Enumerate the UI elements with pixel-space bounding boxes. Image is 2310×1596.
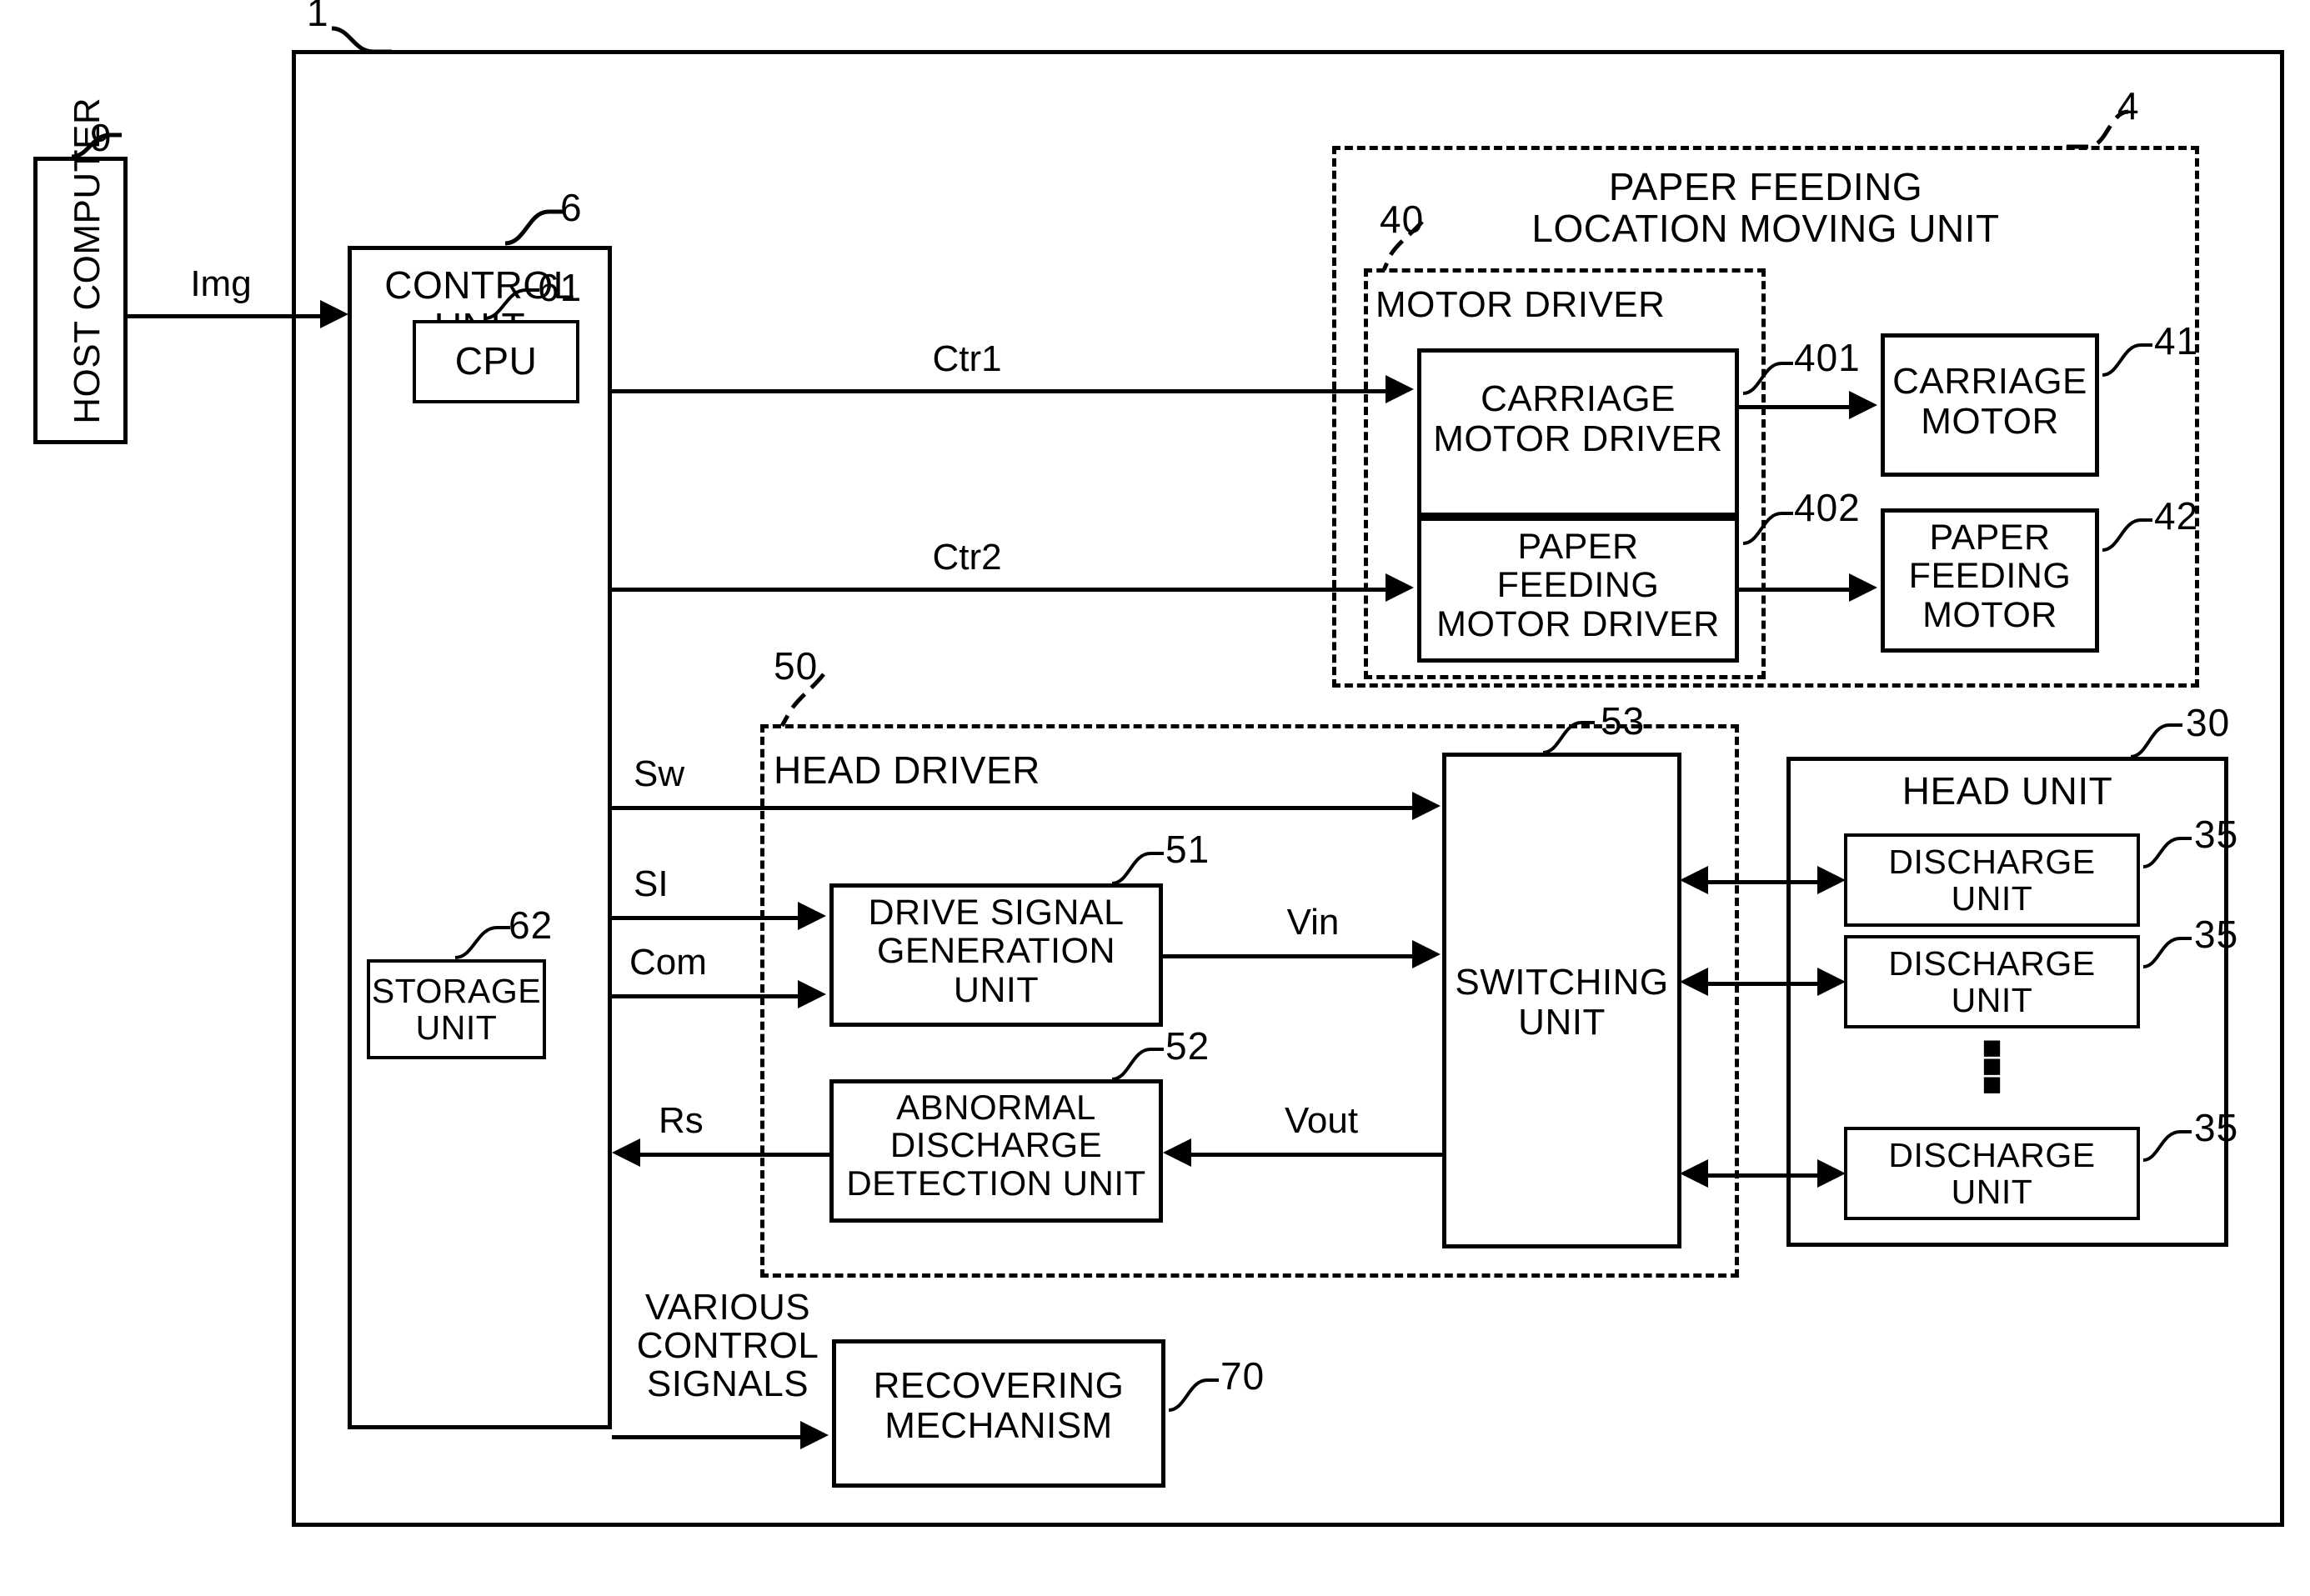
- ref-discharge-unit-2: 35: [2194, 913, 2239, 956]
- ref-printer: 1: [307, 0, 329, 34]
- vin-signal-label: Vin: [1286, 902, 1340, 943]
- switch-discharge-line-1: [1704, 880, 1824, 884]
- leader-host-computer: [67, 129, 158, 168]
- sw-signal-line: [612, 806, 1416, 810]
- ref-carriage-motor-driver: 401: [1794, 336, 1861, 379]
- ctr1-arrowhead: [1385, 375, 1414, 403]
- discharge-unit-ellipsis: ■ ■ ■: [1982, 1029, 2002, 1103]
- switch-discharge-arrow-left-3: [1680, 1159, 1708, 1188]
- leader-printer: [325, 23, 425, 65]
- carriage-motor-driver-label: CARRIAGE MOTOR DRIVER: [1433, 378, 1723, 459]
- host-computer-label: HOST COMPUTER: [67, 97, 108, 424]
- ref-drive-signal-generation-unit: 51: [1165, 828, 1210, 871]
- img-signal-line: [128, 314, 323, 318]
- switch-discharge-arrow-right-2: [1817, 968, 1846, 996]
- rs-signal-line: [640, 1153, 829, 1157]
- ref-motor-driver: 40: [1380, 198, 1425, 241]
- various-control-signals-label: VARIOUS CONTROL SIGNALS: [636, 1287, 819, 1405]
- ref-discharge-unit-1: 35: [2194, 813, 2239, 856]
- paper-feeding-motor-driver-label: PAPER FEEDING MOTOR DRIVER: [1436, 527, 1720, 644]
- discharge-unit-label-2: DISCHARGE UNIT: [1888, 944, 2096, 1020]
- sw-arrowhead: [1412, 792, 1441, 820]
- ref-paper-feeding-motor: 42: [2154, 494, 2199, 538]
- head-unit-label: HEAD UNIT: [1902, 769, 2113, 813]
- img-signal-label: Img: [190, 263, 252, 304]
- head-driver-label: HEAD DRIVER: [774, 748, 1040, 792]
- ctr2-arrowhead: [1385, 573, 1414, 602]
- si-signal-label: SI: [634, 863, 669, 904]
- ref-control-unit: 6: [560, 186, 583, 229]
- discharge-unit-label-3: DISCHARGE UNIT: [1888, 1136, 2096, 1212]
- rs-signal-label: Rs: [659, 1100, 704, 1141]
- vout-signal-label: Vout: [1284, 1100, 1359, 1141]
- si-signal-line: [612, 916, 801, 920]
- switch-discharge-arrow-right-1: [1817, 866, 1846, 894]
- storage-unit-label: STORAGE UNIT: [371, 972, 542, 1048]
- switch-discharge-arrow-left-2: [1680, 968, 1708, 996]
- ref-storage-unit: 62: [509, 903, 554, 947]
- ctr2-signal-line: [612, 588, 1389, 592]
- various-control-signals-arrowhead: [800, 1421, 829, 1449]
- switching-unit-label: SWITCHING UNIT: [1455, 962, 1669, 1043]
- control-unit-block: [348, 246, 612, 1429]
- ctr1-signal-label: Ctr1: [932, 338, 1002, 379]
- vout-signal-line: [1191, 1153, 1444, 1157]
- ref-cpu: 61: [538, 266, 583, 309]
- vin-arrowhead: [1412, 940, 1441, 968]
- switch-discharge-arrow-left-1: [1680, 866, 1708, 894]
- ref-head-driver: 50: [774, 644, 819, 688]
- ref-paper-feeding-location-moving-unit: 4: [2117, 84, 2140, 128]
- ref-carriage-motor: 41: [2154, 319, 2199, 363]
- img-arrowhead: [320, 300, 348, 328]
- carriage-motor-label: CARRIAGE MOTOR: [1892, 361, 2087, 442]
- si-arrowhead: [798, 902, 826, 930]
- sw-signal-label: Sw: [634, 753, 685, 794]
- com-arrowhead: [798, 980, 826, 1008]
- carriage-motor-drive-line: [1739, 405, 1852, 409]
- motor-driver-label: MOTOR DRIVER: [1375, 284, 1666, 325]
- paper-feeding-motor-drive-arrowhead: [1849, 573, 1877, 602]
- ref-discharge-unit-3: 35: [2194, 1106, 2239, 1149]
- abnormal-discharge-detection-unit-label: ABNORMAL DISCHARGE DETECTION UNIT: [846, 1088, 1146, 1203]
- cpu-label: CPU: [454, 339, 538, 383]
- switch-discharge-arrow-right-3: [1817, 1159, 1846, 1188]
- ref-recovering-mechanism: 70: [1220, 1354, 1265, 1398]
- discharge-unit-label-1: DISCHARGE UNIT: [1888, 843, 2096, 918]
- drive-signal-generation-unit-label: DRIVE SIGNAL GENERATION UNIT: [868, 893, 1125, 1010]
- rs-arrowhead: [612, 1138, 640, 1167]
- vout-arrowhead: [1163, 1138, 1191, 1167]
- switch-discharge-line-3: [1704, 1173, 1824, 1178]
- recovering-mechanism-label: RECOVERING MECHANISM: [873, 1365, 1125, 1446]
- ref-switching-unit: 53: [1601, 699, 1646, 743]
- various-control-signals-line: [612, 1435, 804, 1439]
- leader-control-unit: [500, 200, 600, 250]
- ref-paper-feeding-motor-driver: 402: [1794, 486, 1861, 529]
- patent-block-diagram: 1 HOST COMPUTER 9 Img CONTROL UNIT 6 CPU…: [0, 0, 2310, 1596]
- com-signal-label: Com: [629, 942, 707, 983]
- ref-host-computer: 9: [90, 116, 113, 159]
- ref-head-unit: 30: [2186, 701, 2231, 744]
- ctr2-signal-label: Ctr2: [932, 537, 1002, 578]
- vin-signal-line: [1163, 954, 1416, 958]
- carriage-motor-drive-arrowhead: [1849, 391, 1877, 419]
- paper-feeding-motor-label: PAPER FEEDING MOTOR: [1908, 518, 2072, 635]
- ref-abnormal-discharge-detection-unit: 52: [1165, 1024, 1210, 1068]
- paper-feeding-motor-drive-line: [1739, 588, 1852, 592]
- com-signal-line: [612, 994, 801, 998]
- switch-discharge-line-2: [1704, 982, 1824, 986]
- ctr1-signal-line: [612, 389, 1389, 393]
